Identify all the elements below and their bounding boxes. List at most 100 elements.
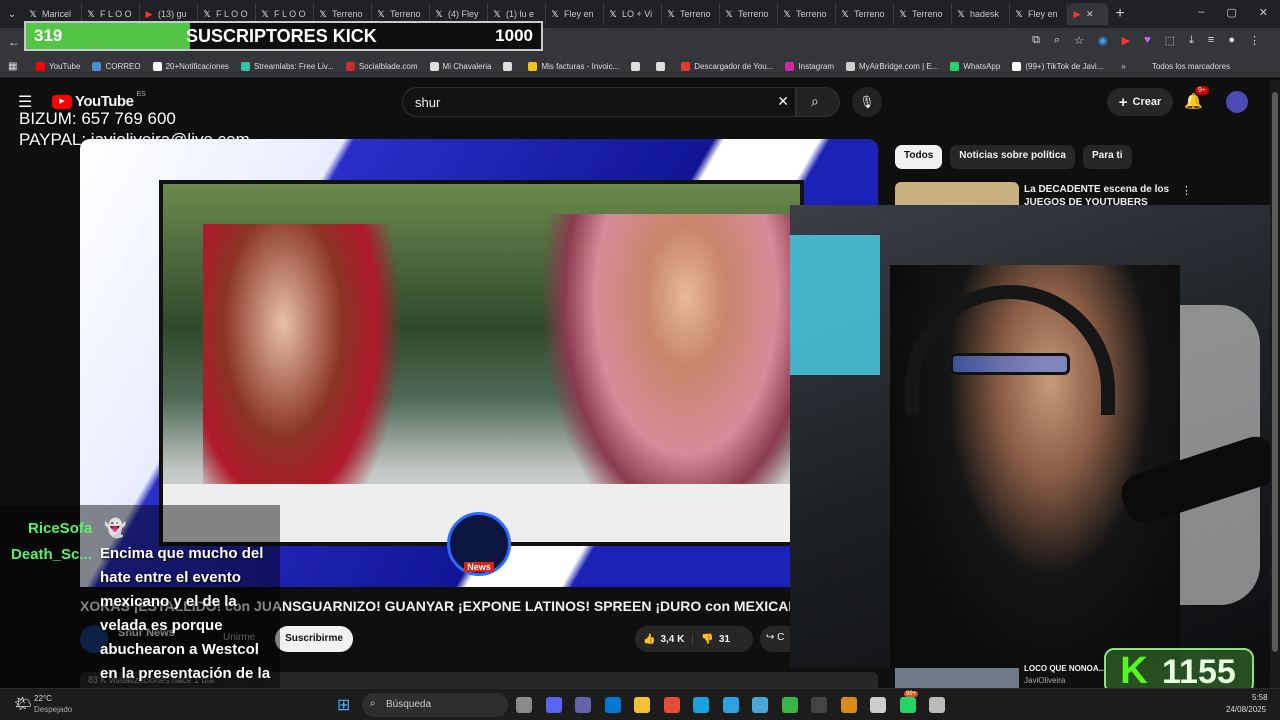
browser-tab[interactable]: 𝕏 Terreno [778,3,836,25]
bookmark-item[interactable]: CORREO [92,62,141,71]
bookmark-item[interactable]: WhatsApp [950,62,1000,71]
zoom-icon[interactable]: ⌕ [1054,34,1060,47]
bookmark-item[interactable]: (99+) TikTok de Javi... [1012,62,1103,71]
weather-icon[interactable]: 🌤 [14,695,32,712]
edge-icon[interactable] [693,697,709,713]
subscribe-button[interactable]: Suscribirme [275,626,353,652]
bookmark-item[interactable] [631,62,644,71]
bookmark-item[interactable] [656,62,669,71]
bookmark-item[interactable]: Instagram [785,62,834,71]
share-button[interactable]: ↪ C [760,626,790,652]
close-icon[interactable]: ✕ [1259,6,1268,19]
telegram-icon[interactable] [722,697,739,713]
dislike-button[interactable]: 👎 31 [693,634,738,645]
vpn-icon[interactable] [752,697,768,713]
webcam-overlay [790,205,1280,668]
bookmark-item[interactable]: MyAirBridge.com | E... [845,62,938,71]
tab-label: Terreno [796,9,827,19]
star-icon[interactable]: ☆ [1074,34,1084,47]
browser-tab[interactable]: 𝕏 Terreno [720,3,778,25]
browser-tab[interactable]: 𝕏 Terreno [894,3,952,25]
extension-icon-3[interactable]: ♥ [1144,34,1151,47]
bookmark-item[interactable] [503,62,516,71]
profile-icon[interactable]: ● [1228,34,1235,47]
maximize-icon[interactable]: ▢ [1226,6,1236,19]
app-icon-2[interactable] [870,697,886,713]
bookmark-item[interactable]: Socialblade.com [345,62,418,71]
youtube-logo[interactable]: ▶ YouTube ES [52,91,146,110]
filter-chip[interactable]: Para ti [1082,145,1132,169]
tab-label: Fley en [1028,9,1058,19]
bizum-text: BIZUM: 657 769 600 [19,109,176,128]
apps-icon[interactable]: ▦ [8,61,17,72]
x-icon: 𝕏 [957,9,965,19]
back-icon[interactable]: ← [8,35,20,49]
extension-icon-2[interactable]: ▶ [1122,34,1130,47]
reading-list-icon[interactable]: ≡ [1208,34,1214,47]
menu-icon[interactable]: ⋮ [1249,34,1260,47]
all-bookmarks-folder[interactable]: Todos los marcadores [1152,62,1230,71]
filter-chip[interactable]: Noticias sobre política [950,145,1075,169]
bookmark-item[interactable]: YouTube [36,62,80,71]
chrome-icon[interactable] [663,697,680,713]
download-icon[interactable]: ⤓ [1189,34,1194,47]
extensions-icon[interactable]: ⬚ [1165,34,1175,47]
discord-icon[interactable] [545,697,562,713]
capture-icon[interactable] [929,697,945,713]
browser-tab[interactable]: 𝕏 Fley en [1010,3,1068,25]
browser-tab[interactable]: 𝕏hadesk [952,3,1010,25]
active-tab[interactable]: ▶ ✕ [1068,3,1108,25]
dislike-count: 31 [718,633,730,645]
page-scrollbar[interactable] [1270,80,1280,688]
taskbar-search-box[interactable]: ⌕ Búsqueda [362,693,508,717]
bookmarks-overflow-icon[interactable]: » [1121,62,1125,71]
obs-icon[interactable] [811,697,827,713]
youtube-icon: ▶ [1073,9,1081,19]
notifications-button[interactable]: 🔔 9+ [1184,86,1209,110]
start-icon[interactable]: ⊞ [337,695,350,715]
voice-search-button[interactable]: 🎙 [852,87,882,117]
close-tab-icon[interactable]: ✕ [1086,9,1094,20]
filter-chip[interactable]: Todos [895,145,943,169]
teams-icon[interactable] [575,697,591,713]
like-dislike-group: 👍 3,4 K 👎 31 [635,626,753,652]
extension-icon-1[interactable]: ◉ [1098,34,1108,47]
task-view-icon[interactable] [516,697,532,713]
create-button[interactable]: + Crear [1107,88,1173,116]
bookmark-item[interactable]: Mi Chavaleria [429,62,491,71]
search-input[interactable]: shur ✕ [402,87,796,117]
browser-tab[interactable]: 𝕏 Terreno [836,3,894,25]
bookmark-item[interactable]: Mis facturas - Invoic... [528,62,619,71]
x-icon: 𝕏 [609,9,617,19]
bookmark-label: 20+Notificaciones [165,62,229,71]
clock-time: 5:58 [1252,693,1268,702]
cast-icon[interactable]: ⧉ [1032,34,1040,47]
sidebar-video-card-2[interactable]: LOCO QUE NONOA... JaviOliveira [895,664,1105,688]
browser-tab[interactable]: 𝕏 Terreno [662,3,720,25]
scrollbar-thumb[interactable] [1272,92,1278,652]
bookmark-item[interactable]: 20+Notificaciones [152,62,229,71]
bookmark-icon [240,62,250,71]
whatsapp-badge: 99+ [904,691,919,697]
more-options-icon[interactable]: ⋮ [1181,184,1192,197]
subscriber-current-count: 319 [34,26,63,45]
like-button[interactable]: 👍 3,4 K [635,633,694,645]
browser-tab[interactable]: 𝕏 Fley en [546,3,604,25]
search-button[interactable]: ⌕ [796,87,840,117]
channel-watermark: News [447,512,511,576]
bookmark-item[interactable]: Streamlabs: Free Liv... [240,62,334,71]
camtasia-icon[interactable] [781,697,798,713]
outlook-icon[interactable] [604,697,621,713]
app-icon[interactable] [840,697,857,713]
tab-search-button[interactable]: ⌄ [0,3,24,25]
tab-label: Terreno [912,9,943,19]
browser-tab[interactable]: 𝕏 LO + Vi [604,3,662,25]
whatsapp-icon[interactable] [899,697,916,713]
file-explorer-icon[interactable] [634,697,650,713]
minimize-icon[interactable]: – [1198,6,1204,19]
bookmark-item[interactable]: Descargador de You... [681,62,773,71]
new-tab-button[interactable]: + [1108,5,1132,23]
clear-search-icon[interactable]: ✕ [777,93,789,110]
avatar[interactable] [1226,91,1248,113]
thumbs-up-icon: 👍 [643,633,656,645]
